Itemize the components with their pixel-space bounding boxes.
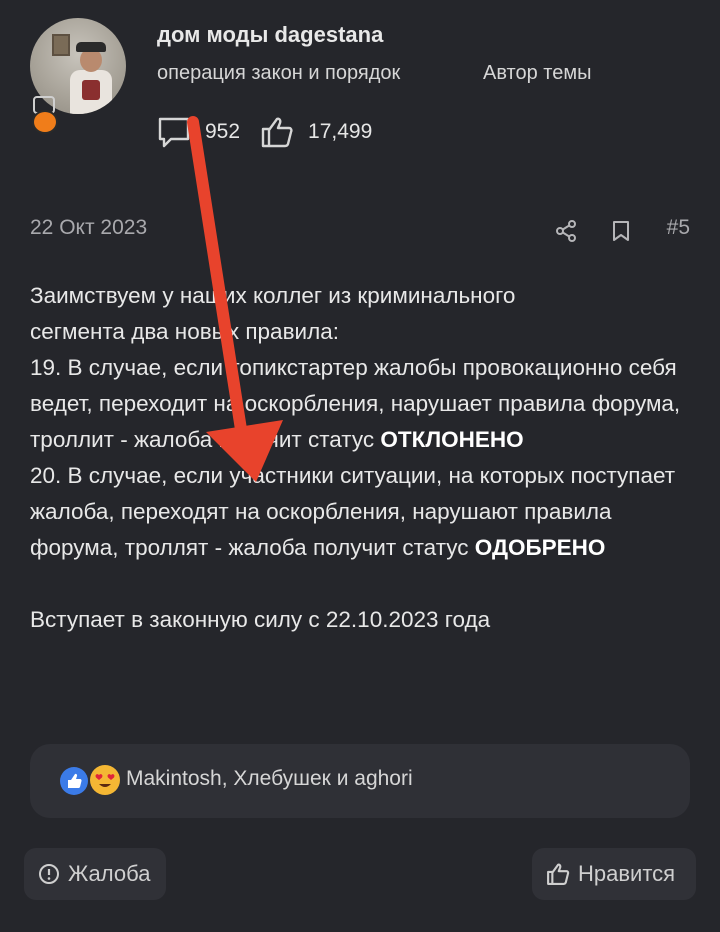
rule-19: 19. В случае, если топикстартер жалобы п…	[30, 350, 690, 458]
report-label: Жалоба	[68, 861, 151, 886]
rule-20-status: ОДОБРЕНО	[474, 535, 606, 560]
avatar-shirt-print	[82, 80, 100, 100]
post-date[interactable]: 22 Окт 2023	[30, 216, 147, 240]
user-title: операция закон и порядок	[157, 62, 401, 84]
report-button[interactable]: Жалоба	[24, 848, 166, 900]
messages-icon	[158, 117, 190, 148]
user-stats: 952 17,499	[157, 114, 392, 150]
author-badge: Автор темы	[483, 62, 592, 84]
post-intro-line-1: Заимствуем у наших коллег из криминально…	[30, 283, 516, 308]
post-intro-line-2: сегмента два новых правила:	[30, 319, 339, 344]
pumpkin-badge-icon	[30, 96, 58, 134]
avatar-figure-cap	[76, 42, 106, 52]
thumbs-up-icon	[261, 117, 293, 148]
post-header: дом моды dagestana операция закон и поря…	[0, 0, 720, 190]
effective-date-line: Вступает в законную силу с 22.10.2023 го…	[30, 607, 491, 632]
like-reaction-icon	[60, 767, 88, 795]
rule-19-text: 19. В случае, если топикстартер жалобы п…	[30, 355, 681, 452]
post-meta: 22 Окт 2023 #5	[30, 214, 690, 248]
thumbs-up-icon	[547, 863, 570, 885]
bookmark-icon[interactable]	[611, 220, 631, 242]
reactions-bar[interactable]: Makintosh, Хлебушек и aghori	[30, 744, 690, 818]
like-label: Нравится	[578, 861, 676, 886]
post-content: Заимствуем у наших коллег из криминально…	[30, 278, 690, 638]
alert-circle-icon	[39, 864, 59, 884]
rule-20: 20. В случае, если участники ситуации, н…	[30, 458, 690, 566]
username[interactable]: дом моды dagestana	[157, 22, 383, 48]
reactions-users[interactable]: Makintosh, Хлебушек и aghori	[126, 767, 413, 791]
avatar-wall-frame	[52, 34, 70, 56]
share-icon[interactable]	[555, 220, 577, 242]
post-number[interactable]: #5	[667, 216, 690, 240]
messages-count: 952	[205, 120, 241, 143]
reactions-count: 17,499	[308, 120, 373, 143]
like-button[interactable]: Нравится	[532, 848, 696, 900]
rule-19-status: ОТКЛОНЕНО	[380, 427, 524, 452]
heart-eyes-reaction-icon	[90, 765, 120, 795]
